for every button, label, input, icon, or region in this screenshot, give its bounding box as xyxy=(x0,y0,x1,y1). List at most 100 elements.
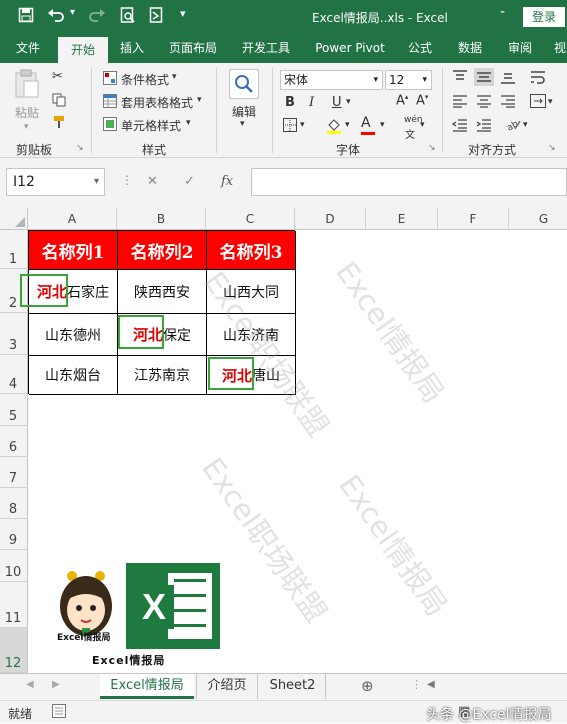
paste-dropdown-icon[interactable]: ▾ xyxy=(24,122,29,132)
row-header-2[interactable]: 2 xyxy=(0,269,28,313)
print-preview-icon[interactable] xyxy=(120,7,136,27)
sheet-tab-sheet2[interactable]: Sheet2 xyxy=(260,674,326,699)
font-color-icon[interactable]: A xyxy=(361,115,375,135)
row-header-11[interactable]: 11 xyxy=(0,582,28,628)
orientation-icon[interactable]: ab xyxy=(505,116,521,136)
hscroll-left-icon[interactable]: ◀ xyxy=(427,679,435,690)
scroll-grip-icon[interactable]: ⋮ xyxy=(411,678,422,691)
wrap-text-icon[interactable] xyxy=(530,69,546,89)
redo-icon[interactable] xyxy=(86,7,106,27)
sheet-tab-excel[interactable]: Excel情报局 xyxy=(100,674,194,699)
font-name-dropdown-icon[interactable]: ▾ xyxy=(373,71,378,89)
format-as-table-button[interactable]: 套用表格格式 xyxy=(121,94,193,111)
align-left-icon[interactable] xyxy=(452,94,468,112)
fill-color-dropdown-icon[interactable]: ▾ xyxy=(345,120,350,130)
row-header-3[interactable]: 3 xyxy=(0,313,28,355)
edit-button[interactable]: 编辑 xyxy=(232,103,256,120)
paste-icon[interactable] xyxy=(14,69,40,103)
tab-power-pivot[interactable]: Power Pivot xyxy=(308,34,392,63)
enter-icon[interactable]: ✓ xyxy=(184,174,195,189)
macro-record-icon[interactable] xyxy=(52,704,66,722)
clipboard-launcher-icon[interactable]: ↘ xyxy=(76,143,84,153)
search-icon[interactable] xyxy=(229,69,259,99)
font-size-dropdown-icon[interactable]: ▾ xyxy=(422,71,427,89)
table-cell[interactable]: 河北 石家庄 xyxy=(29,270,118,314)
select-all-corner[interactable] xyxy=(0,208,28,230)
tab-formulas[interactable]: 公式 xyxy=(398,34,442,63)
column-header-e[interactable]: E xyxy=(366,208,438,230)
merge-dropdown-icon[interactable]: ▾ xyxy=(548,97,553,107)
bold-button[interactable]: B xyxy=(285,95,295,110)
underline-button[interactable]: U xyxy=(332,95,342,110)
tab-view[interactable]: 视 xyxy=(548,34,567,63)
italic-button[interactable]: I xyxy=(309,95,314,110)
row-header-1[interactable]: 1 xyxy=(0,230,28,269)
insert-function-button[interactable]: fx xyxy=(221,174,233,189)
font-name-select[interactable]: 宋体 ▾ xyxy=(280,70,383,90)
merge-center-icon[interactable] xyxy=(530,94,546,112)
sheet-tab-intro[interactable]: 介绍页 xyxy=(196,674,258,699)
align-middle-icon[interactable] xyxy=(474,68,494,86)
tab-page-layout[interactable]: 页面布局 xyxy=(162,34,224,63)
row-header-5[interactable]: 5 xyxy=(0,394,28,426)
font-color-dropdown-icon[interactable]: ▾ xyxy=(380,120,385,130)
orientation-dropdown-icon[interactable]: ▾ xyxy=(523,120,528,130)
header-cell[interactable]: 名称列1 xyxy=(29,231,118,270)
format-as-table-icon[interactable] xyxy=(103,94,117,112)
row-header-4[interactable]: 4 xyxy=(0,355,28,394)
borders-icon[interactable] xyxy=(283,118,297,136)
customize-icon[interactable]: ▾ xyxy=(180,7,186,20)
name-box[interactable]: I12 ▾ xyxy=(6,168,105,196)
copy-icon[interactable] xyxy=(52,93,66,111)
formula-input[interactable] xyxy=(251,168,567,196)
column-header-d[interactable]: D xyxy=(295,208,366,230)
tab-data[interactable]: 数据 xyxy=(448,34,492,63)
underline-dropdown-icon[interactable]: ▾ xyxy=(346,97,351,107)
cancel-icon[interactable]: ✕ xyxy=(147,174,158,189)
table-cell[interactable]: 河北 保定 xyxy=(118,314,207,356)
increase-font-icon[interactable]: A▴ xyxy=(396,93,408,108)
table-cell[interactable]: 江苏南京 xyxy=(118,356,207,395)
phonetic-icon[interactable]: 文 xyxy=(405,126,415,141)
cell-styles-icon[interactable] xyxy=(103,117,117,135)
column-header-g[interactable]: G xyxy=(509,208,567,230)
cell-styles-dropdown-icon[interactable]: ▾ xyxy=(186,118,191,128)
font-launcher-icon[interactable]: ↘ xyxy=(428,143,436,153)
minimize-icon[interactable]: - xyxy=(500,4,505,20)
header-cell[interactable]: 名称列3 xyxy=(207,231,296,270)
alignment-launcher-icon[interactable]: ↘ xyxy=(548,143,556,153)
name-box-dropdown-icon[interactable]: ▾ xyxy=(94,169,99,195)
paste-label[interactable]: 粘贴 xyxy=(15,104,39,121)
undo-dropdown-icon[interactable]: ▾ xyxy=(70,7,75,18)
row-header-7[interactable]: 7 xyxy=(0,457,28,488)
tab-home[interactable]: 开始 xyxy=(58,37,108,63)
decrease-font-icon[interactable]: A▾ xyxy=(416,93,428,108)
conditional-format-button[interactable]: 条件格式 xyxy=(121,71,169,88)
add-sheet-icon[interactable]: ⊕ xyxy=(361,677,374,695)
save-icon[interactable] xyxy=(18,7,34,27)
tab-insert[interactable]: 插入 xyxy=(110,34,154,63)
table-cell[interactable]: 山东烟台 xyxy=(29,356,118,395)
tab-file[interactable]: 文件 xyxy=(6,34,50,63)
column-header-c[interactable]: C xyxy=(206,208,295,230)
undo-icon[interactable] xyxy=(47,7,67,27)
table-cell[interactable]: 山东德州 xyxy=(29,314,118,356)
conditional-format-icon[interactable] xyxy=(103,71,117,89)
column-header-a[interactable]: A xyxy=(28,208,117,230)
row-header-6[interactable]: 6 xyxy=(0,426,28,457)
fill-color-icon[interactable] xyxy=(326,117,342,138)
conditional-format-dropdown-icon[interactable]: ▾ xyxy=(172,72,177,82)
align-top-icon[interactable] xyxy=(452,70,468,88)
tab-developer[interactable]: 开发工具 xyxy=(234,34,298,63)
next-sheet-icon[interactable]: ▶ xyxy=(52,679,60,690)
row-header-9[interactable]: 9 xyxy=(0,519,28,550)
align-bottom-icon[interactable] xyxy=(500,70,516,88)
edit-dropdown-icon[interactable]: ▾ xyxy=(240,119,245,129)
format-painter-icon[interactable] xyxy=(52,115,66,133)
header-cell[interactable]: 名称列2 xyxy=(118,231,207,270)
format-as-table-dropdown-icon[interactable]: ▾ xyxy=(197,95,202,105)
cut-icon[interactable]: ✂ xyxy=(52,69,63,84)
align-right-icon[interactable] xyxy=(500,94,516,112)
open-icon[interactable] xyxy=(149,7,163,27)
row-header-8[interactable]: 8 xyxy=(0,488,28,519)
